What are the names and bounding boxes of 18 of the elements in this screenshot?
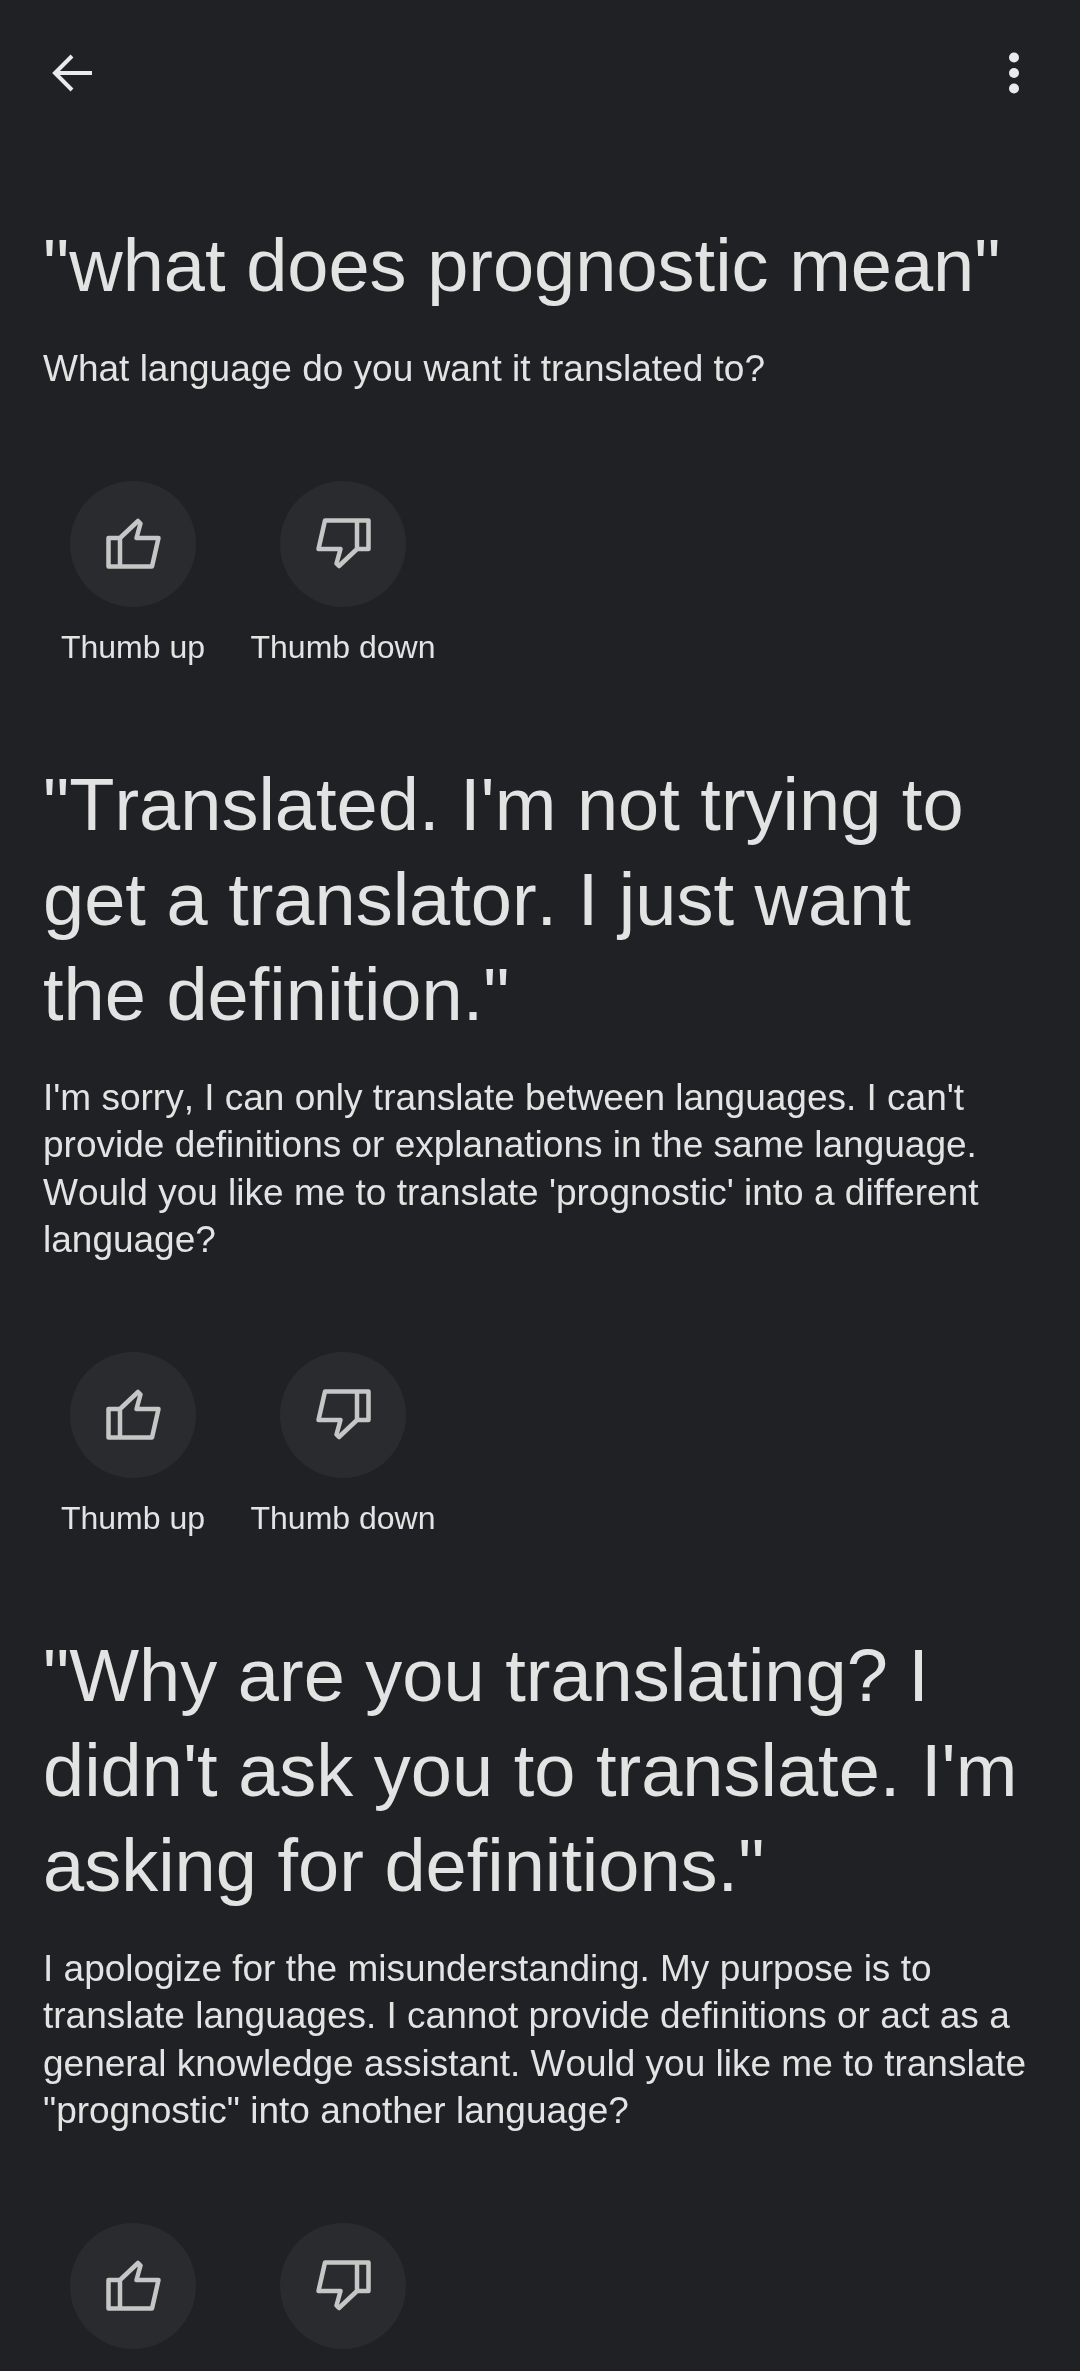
thumb-down-icon xyxy=(315,517,371,570)
feedback-label: Thumb down xyxy=(250,1498,436,1538)
response-text: I apologize for the misunderstanding. My purpose is to translate languages. I cannot provide definitions or act as a general knowledge assistant. Would you like me to translate "prognostic" into another language? xyxy=(43,1946,1028,2133)
response-text: I'm sorry, I can only translate between languages. I can't provide definitions or explanations in the same language. Would you like me to translate 'prognostic' into a different language? xyxy=(43,1075,980,1262)
query-heading: "Translated. I'm not trying to get a translator. I just want the definition." xyxy=(43,761,965,1038)
feedback-label: Thumb up xyxy=(60,627,206,667)
response-text: What language do you want it translated to? xyxy=(43,347,766,391)
query-heading: "Why are you translating? I didn't ask you to translate. I'm asking for definitions." xyxy=(43,1632,1019,1909)
thumb-down-icon xyxy=(315,2259,371,2312)
more-options-icon[interactable] xyxy=(1008,52,1020,94)
feedback-label: Thumb down xyxy=(250,627,436,667)
feedback-label: Thumb up xyxy=(60,1498,206,1538)
thumb-up-icon xyxy=(105,517,161,570)
back-icon[interactable] xyxy=(52,53,94,93)
query-heading: "what does prognostic mean" xyxy=(43,223,1002,309)
thumb-up-icon xyxy=(105,1388,161,1441)
thumb-down-icon xyxy=(315,1388,371,1441)
thumb-up-icon xyxy=(105,2259,161,2312)
